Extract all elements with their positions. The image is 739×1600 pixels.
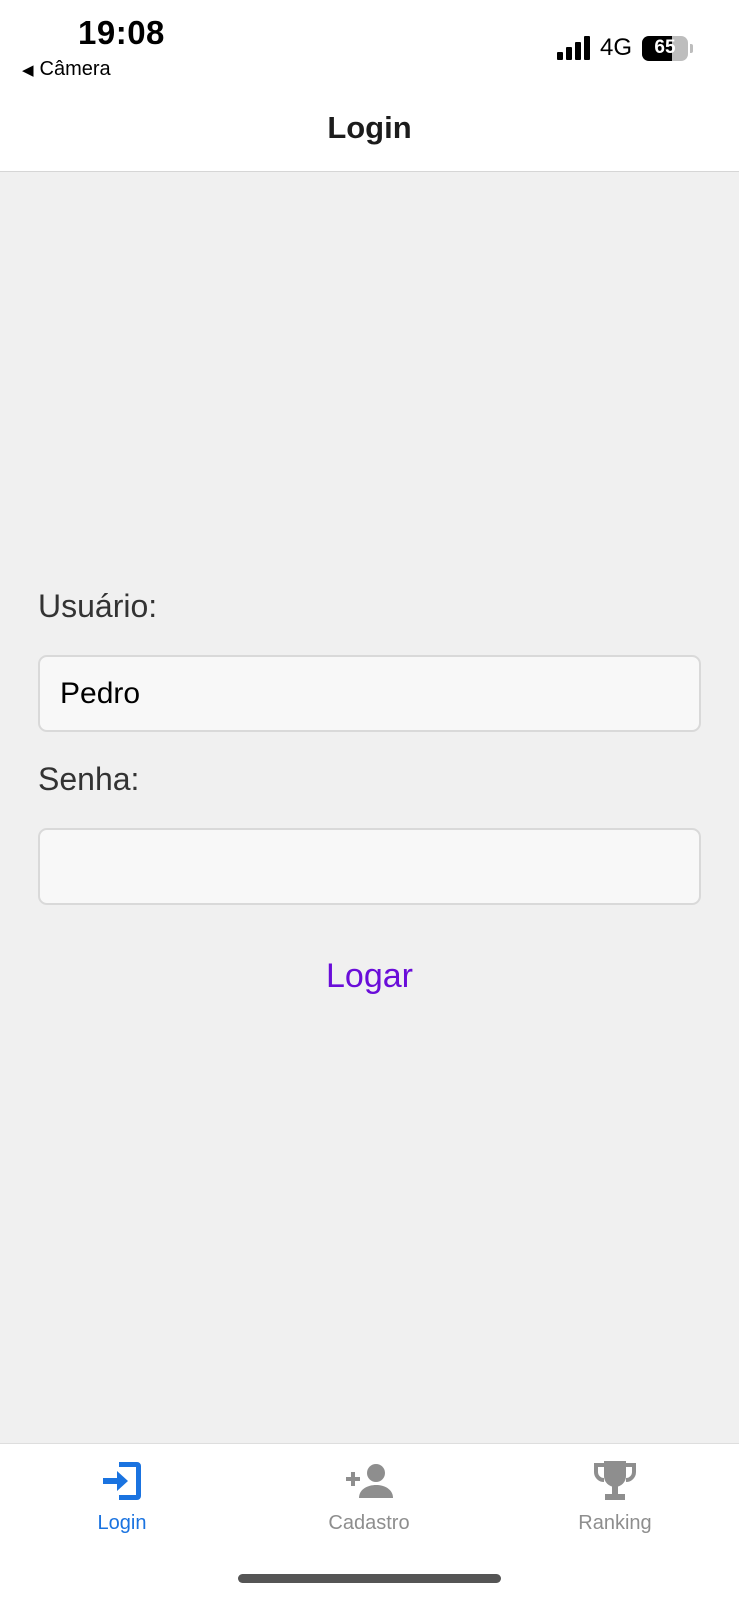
password-label: Senha: [38,761,140,797]
network-type: 4G [599,34,632,61]
username-input[interactable] [38,655,701,732]
tab-cadastro[interactable]: Cadastro [289,1458,449,1535]
login-icon [103,1462,141,1500]
tab-login-label: Login [97,1512,147,1534]
username-label: Usuário: [38,588,158,624]
tab-login[interactable]: Login [42,1458,202,1535]
signal-icon [556,36,590,60]
battery-icon: 65 [642,35,693,61]
status-indicators: 4G 65 [556,34,693,62]
home-indicator [238,1574,501,1583]
back-label: Câmera [39,58,111,80]
tab-cadastro-label: Cadastro [328,1512,410,1534]
add-user-icon [346,1464,393,1498]
back-to-camera-link[interactable]: ◀ Câmera [22,58,111,81]
top-bar: 19:08 ◀ Câmera 4G 65 Login [0,0,739,172]
page-title: Login [327,110,412,145]
trophy-icon [594,1461,636,1500]
tab-ranking-label: Ranking [578,1512,652,1534]
password-input[interactable] [38,828,701,905]
battery-level: 65 [654,37,676,58]
back-triangle-icon: ◀ [22,61,34,79]
login-button[interactable]: Logar [0,956,739,997]
status-time: 19:08 [78,14,165,51]
tab-ranking[interactable]: Ranking [535,1458,695,1535]
